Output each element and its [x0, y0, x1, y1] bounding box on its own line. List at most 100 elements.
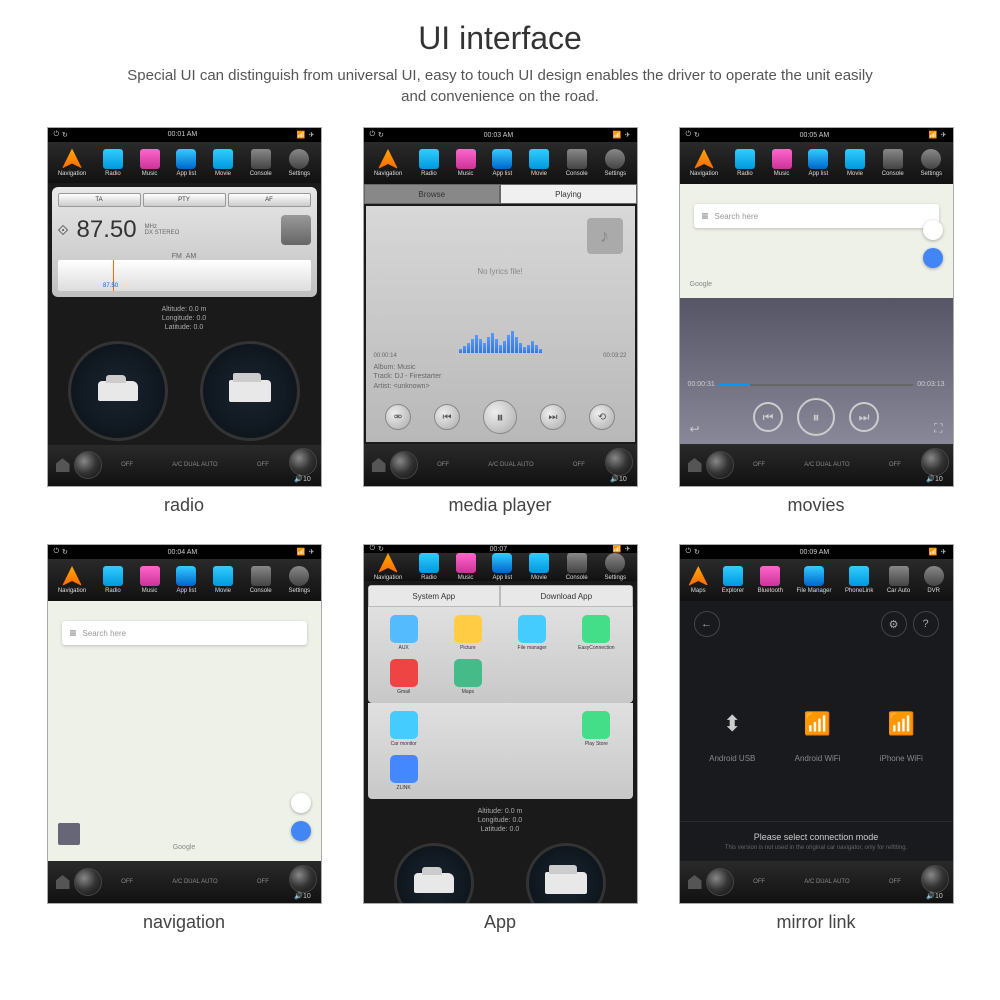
navitem-radio[interactable]: Radio [419, 553, 439, 581]
navitem-movie[interactable]: Movie [213, 149, 233, 177]
navitem-app-list[interactable]: App list [492, 553, 512, 581]
app-zlink[interactable]: ZLINK [376, 755, 432, 791]
navitem-app-list[interactable]: App list [492, 149, 512, 177]
navitem-music[interactable]: Music [140, 149, 160, 177]
mirror-opt-android-usb[interactable]: ⬍Android USB [709, 706, 755, 763]
mirror-opt-iphone-wifi[interactable]: 📶iPhone WiFi [880, 706, 923, 763]
left-knob[interactable] [74, 451, 102, 479]
navitem-dvr[interactable]: DVR [924, 566, 944, 594]
left-knob[interactable] [706, 868, 734, 896]
nav-locate-button[interactable] [291, 821, 311, 841]
settings-button[interactable]: ⚙ [881, 611, 907, 637]
navitem-maps[interactable]: Maps [688, 566, 708, 594]
app-gmail[interactable]: Gmail [376, 659, 432, 695]
navitem-car-auto[interactable]: Car Auto [887, 566, 910, 594]
map-locate-button[interactable] [923, 248, 943, 268]
home-button[interactable] [56, 875, 70, 889]
back-button[interactable]: ← [694, 611, 720, 637]
navitem-music[interactable]: Music [140, 566, 160, 594]
navitem-phonelink[interactable]: PhoneLink [845, 566, 873, 594]
navitem-music[interactable]: Music [772, 149, 792, 177]
navitem-settings[interactable]: Settings [288, 149, 310, 177]
navitem-radio[interactable]: Radio [103, 149, 123, 177]
navitem-bluetooth[interactable]: Bluetooth [758, 566, 783, 594]
video-seekbar[interactable] [719, 384, 914, 386]
navitem-settings[interactable]: Settings [604, 553, 626, 581]
navitem-settings[interactable]: Settings [604, 149, 626, 177]
ta-button[interactable]: TA [58, 193, 141, 207]
home-button[interactable] [688, 458, 702, 472]
app-picture[interactable]: Picture [440, 615, 496, 651]
expand-icon[interactable]: ⛶ [934, 421, 942, 436]
speed-gauge [68, 341, 168, 441]
navitem-radio[interactable]: Radio [419, 149, 439, 177]
right-knob[interactable] [289, 448, 317, 476]
navitem-radio[interactable]: Radio [735, 149, 755, 177]
navitem-music[interactable]: Music [456, 553, 476, 581]
navitem-navigation[interactable]: Navigation [58, 566, 86, 594]
app-maps[interactable]: Maps [440, 659, 496, 695]
navicon [492, 149, 512, 169]
right-knob[interactable] [289, 865, 317, 893]
video-next-button[interactable]: ⏭ [849, 402, 879, 432]
video-prev-button[interactable]: ⏮ [753, 402, 783, 432]
app-car-monitor[interactable]: Car monitor [376, 711, 432, 747]
navitem-movie[interactable]: Movie [213, 566, 233, 594]
navitem-movie[interactable]: Movie [529, 149, 549, 177]
home-button[interactable] [56, 458, 70, 472]
navitem-navigation[interactable]: Navigation [690, 149, 718, 177]
shuffle-button[interactable]: ⚮ [385, 404, 411, 430]
mirror-opt-android-wifi[interactable]: 📶Android WiFi [795, 706, 841, 763]
play-button[interactable]: ⏸ [483, 400, 517, 434]
pty-button[interactable]: PTY [143, 193, 226, 207]
navitem-app-list[interactable]: App list [176, 566, 196, 594]
app-easyconnection[interactable]: EasyConnection [568, 615, 624, 651]
app-file-manager[interactable]: File manager [504, 615, 560, 651]
home-button[interactable] [372, 458, 386, 472]
navitem-music[interactable]: Music [456, 149, 476, 177]
navitem-navigation[interactable]: Navigation [374, 553, 402, 581]
right-knob[interactable] [605, 448, 633, 476]
nav-target-button[interactable] [291, 793, 311, 813]
navitem-console[interactable]: Console [882, 149, 904, 177]
af-button[interactable]: AF [228, 193, 311, 207]
tab-browse[interactable]: Browse [364, 184, 501, 204]
right-knob[interactable] [921, 448, 949, 476]
right-knob[interactable] [921, 865, 949, 893]
next-button[interactable]: ⏭ [540, 404, 566, 430]
navitem-movie[interactable]: Movie [845, 149, 865, 177]
left-knob[interactable] [390, 451, 418, 479]
tuner-dial[interactable]: 87.50 [58, 260, 311, 291]
tab-playing[interactable]: Playing [500, 184, 637, 204]
navitem-console[interactable]: Console [566, 149, 588, 177]
app-aux[interactable]: AUX [376, 615, 432, 651]
navitem-movie[interactable]: Movie [529, 553, 549, 581]
navitem-console[interactable]: Console [250, 149, 272, 177]
home-button[interactable] [688, 875, 702, 889]
video-pause-button[interactable]: ⏸ [797, 398, 835, 436]
page-title: UI interface [40, 20, 960, 57]
navitem-navigation[interactable]: Navigation [374, 149, 402, 177]
navitem-explorer[interactable]: Explorer [722, 566, 744, 594]
app-play-store[interactable]: Play Store [568, 711, 624, 747]
navitem-settings[interactable]: Settings [288, 566, 310, 594]
repeat-button[interactable]: ⟲ [589, 404, 615, 430]
navitem-radio[interactable]: Radio [103, 566, 123, 594]
map-target-button[interactable] [923, 220, 943, 240]
nav-search[interactable]: Search here [62, 621, 307, 645]
navitem-console[interactable]: Console [250, 566, 272, 594]
left-knob[interactable] [74, 868, 102, 896]
map-search[interactable]: Search here [694, 204, 939, 228]
navitem-console[interactable]: Console [566, 553, 588, 581]
left-knob[interactable] [706, 451, 734, 479]
navitem-navigation[interactable]: Navigation [58, 149, 86, 177]
navitem-settings[interactable]: Settings [920, 149, 942, 177]
navitem-app-list[interactable]: App list [808, 149, 828, 177]
navitem-app-list[interactable]: App list [176, 149, 196, 177]
prev-button[interactable]: ⏮ [434, 404, 460, 430]
tab-download-app[interactable]: Download App [500, 585, 633, 607]
navitem-file-manager[interactable]: File Manager [796, 566, 831, 594]
return-icon[interactable]: ↩ [690, 422, 700, 436]
tab-system-app[interactable]: System App [368, 585, 501, 607]
help-button[interactable]: ? [913, 611, 939, 637]
